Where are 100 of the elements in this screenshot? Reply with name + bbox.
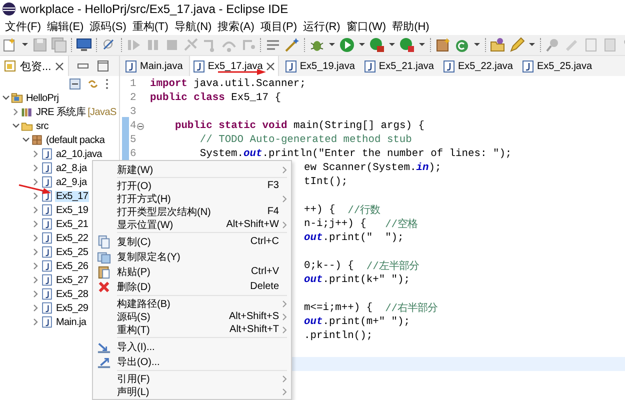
close-icon[interactable] xyxy=(266,62,275,70)
editor-tab[interactable]: Ex5_19.java xyxy=(282,56,358,76)
line-number: 5 xyxy=(130,134,136,146)
context-menu-item[interactable]: 引用(F) xyxy=(93,372,291,385)
chevron-right-icon[interactable] xyxy=(32,304,40,312)
new-package-icon[interactable] xyxy=(435,37,451,53)
chevron-right-icon[interactable] xyxy=(32,290,40,298)
open-folder-icon[interactable] xyxy=(490,37,506,53)
chevron-right-icon[interactable] xyxy=(32,206,40,214)
new-class-icon[interactable] xyxy=(454,37,470,53)
tree-item[interactable]: Ex5_17 xyxy=(55,190,90,202)
shortcut-text: F4 xyxy=(267,206,279,217)
link-icon[interactable] xyxy=(87,78,99,90)
fold-collapse-icon[interactable] xyxy=(137,122,144,130)
menu-label: 引用(F) xyxy=(117,372,151,386)
context-menu-item[interactable]: 导入(I)... xyxy=(93,339,291,354)
chevron-right-icon[interactable] xyxy=(32,248,40,256)
tree-item[interactable]: a2_10.java xyxy=(55,148,103,160)
tree-item[interactable]: a2_9.ja xyxy=(55,176,88,188)
chevron-right-icon[interactable] xyxy=(32,234,40,242)
code-line: public static void main(String[] args) { xyxy=(174,120,424,132)
save-all-icon[interactable] xyxy=(51,37,67,53)
menu-item[interactable]: 编辑(E) xyxy=(44,19,87,34)
tree-item[interactable]: Ex5_19 xyxy=(55,204,90,216)
context-menu-item[interactable]: 源码(S) Alt+Shift+S xyxy=(93,310,291,323)
tree-item[interactable]: a2_8.ja xyxy=(55,162,88,174)
menu-item[interactable]: 重构(T) xyxy=(129,19,172,34)
tree-item[interactable]: Ex5_22 xyxy=(55,232,90,244)
java-file-icon xyxy=(41,288,53,300)
context-menu-item[interactable]: 删除(D) Delete xyxy=(93,279,291,294)
java-file-icon xyxy=(522,60,534,72)
tree-item[interactable]: Ex5_25 xyxy=(55,246,90,258)
chevron-right-icon[interactable] xyxy=(32,178,40,186)
menu-item[interactable]: 窗口(W) xyxy=(343,19,390,34)
tree-item[interactable]: (default packa xyxy=(45,134,106,146)
context-menu-item[interactable]: 粘贴(P) Ctrl+V xyxy=(93,264,291,279)
run-configuration-icon[interactable] xyxy=(369,37,385,53)
tree-item[interactable]: HelloPrj xyxy=(25,92,60,104)
shortcut-text: Ctrl+C xyxy=(250,236,279,247)
external-tools-icon[interactable] xyxy=(399,37,415,53)
run-icon[interactable] xyxy=(339,37,355,53)
chevron-right-icon[interactable] xyxy=(32,276,40,284)
tree-item[interactable]: Ex5_27 xyxy=(55,274,90,286)
chevron-down-icon[interactable] xyxy=(22,136,30,144)
chevron-right-icon[interactable] xyxy=(32,164,40,172)
context-menu-item[interactable]: 显示位置(W) Alt+Shift+W xyxy=(93,218,291,231)
shortcut-text: Alt+Shift+S xyxy=(228,311,279,322)
editor-tab[interactable]: Ex5_25.java xyxy=(519,56,596,76)
context-menu-item[interactable]: 导出(O)... xyxy=(93,354,291,369)
context-menu-item[interactable]: 声明(L) xyxy=(93,385,291,398)
tree-item[interactable]: Ex5_28 xyxy=(55,288,90,300)
monitor-icon[interactable] xyxy=(76,37,92,53)
menu-item[interactable]: 源码(S) xyxy=(86,19,130,34)
close-icon[interactable] xyxy=(55,62,64,70)
pin-icon[interactable] xyxy=(545,37,561,53)
tree-item[interactable]: JRE 系统库 xyxy=(35,105,87,119)
panel-tab[interactable]: 包资... xyxy=(0,56,70,76)
chevron-down-icon[interactable] xyxy=(12,122,20,130)
menu-item[interactable]: 导航(N) xyxy=(171,19,215,34)
context-menu-item[interactable]: 重构(T) Alt+Shift+T xyxy=(93,323,291,336)
context-menu-item[interactable]: 打开类型层次结构(N) F4 xyxy=(93,205,291,218)
menu-item[interactable]: 运行(R) xyxy=(300,19,344,34)
context-menu-item[interactable]: 打开(O) F3 xyxy=(93,179,291,192)
editor-tab[interactable]: Ex5_21.java xyxy=(360,56,437,76)
editor-tab[interactable]: Main.java xyxy=(122,56,186,76)
java-file-icon xyxy=(41,246,53,258)
editor-tab[interactable]: Ex5_17.java xyxy=(188,56,279,76)
menu-item[interactable]: 文件(F) xyxy=(2,19,44,34)
code-comment: // TODO Auto-generated method stub xyxy=(198,134,412,146)
chevron-right-icon[interactable] xyxy=(32,318,40,326)
editor-tab[interactable]: Ex5_22.java xyxy=(440,56,516,76)
shortcut-text: Alt+Shift+W xyxy=(226,219,279,230)
maximize-icon[interactable] xyxy=(97,60,110,72)
menu-label: 声明(L) xyxy=(117,386,150,398)
delete-icon xyxy=(97,280,111,294)
context-menu-item[interactable]: 新建(W) xyxy=(93,163,291,176)
chevron-right-icon[interactable] xyxy=(32,150,40,158)
context-menu-item[interactable]: 打开方式(H) xyxy=(93,192,291,205)
context-menu-item[interactable]: 复制(C) Ctrl+C xyxy=(93,234,291,249)
chevron-down-icon[interactable] xyxy=(2,94,10,102)
menu-item[interactable]: 搜索(A) xyxy=(214,19,258,34)
tree-item[interactable]: Ex5_21 xyxy=(55,218,90,230)
marker-strip xyxy=(122,117,129,163)
context-menu-item[interactable]: 构建路径(B) xyxy=(93,297,291,310)
wand-icon[interactable] xyxy=(284,37,300,53)
collapse-all-icon[interactable] xyxy=(69,78,81,90)
view-menu-icon[interactable] xyxy=(105,78,109,90)
tree-item[interactable]: Ex5_26 xyxy=(55,260,90,272)
java-file-icon xyxy=(125,60,137,72)
tree-item[interactable]: Main.ja xyxy=(55,316,88,328)
tree-item[interactable]: src xyxy=(35,120,50,132)
menu-item[interactable]: 项目(P) xyxy=(257,19,300,34)
chevron-right-icon[interactable] xyxy=(12,108,20,116)
tree-item[interactable]: Ex5_29 xyxy=(55,302,90,314)
chevron-right-icon[interactable] xyxy=(32,220,40,228)
context-menu-item[interactable]: 复制限定名(Y) xyxy=(93,249,291,264)
menu-item[interactable]: 帮助(H) xyxy=(389,19,432,34)
menu-label: 复制(C) xyxy=(117,236,152,248)
chevron-right-icon[interactable] xyxy=(32,192,40,200)
chevron-right-icon[interactable] xyxy=(32,262,40,270)
